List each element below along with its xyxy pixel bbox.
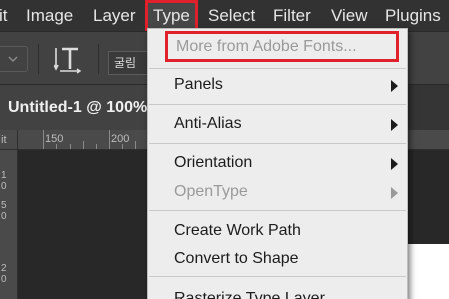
menu-item-orientation[interactable]: Orientation <box>148 149 407 177</box>
menu-select[interactable]: Select <box>208 0 255 31</box>
menu-item-label: Convert to Shape <box>174 250 299 267</box>
type-orientation-icon[interactable] <box>53 44 84 74</box>
menu-item-label: More from Adobe Fonts... <box>176 38 357 55</box>
ruler-tick <box>96 144 97 149</box>
menu-type[interactable]: Type <box>145 0 198 31</box>
submenu-arrow-icon <box>391 80 398 92</box>
menu-plugins[interactable]: Plugins <box>385 0 441 31</box>
menu-item-rasterize-type-layer[interactable]: Rasterize Type Layer <box>148 285 407 299</box>
more-from-adobe-fonts-item[interactable]: More from Adobe Fonts... <box>165 31 399 62</box>
ruler-tick <box>56 144 57 149</box>
menu-item-label: Anti-Alias <box>174 115 242 132</box>
menu-edit[interactable]: it <box>0 0 8 31</box>
ruler-tick <box>43 130 44 149</box>
menu-item-anti-alias[interactable]: Anti-Alias <box>148 110 407 138</box>
menu-item-label: Orientation <box>174 154 253 171</box>
menu-filter[interactable]: Filter <box>273 0 311 31</box>
menu-separator <box>149 210 406 211</box>
ruler-label: 0 <box>1 181 7 192</box>
ruler-tick <box>109 130 110 149</box>
font-family-field[interactable]: 굴림 <box>108 51 150 75</box>
submenu-arrow-icon <box>391 119 398 131</box>
ruler-tick <box>83 141 84 149</box>
vertical-ruler: 1 0 5 0 2 0 <box>0 150 18 299</box>
ruler-label: 0 <box>1 211 7 222</box>
menu-item-label: Create Work Path <box>174 222 301 239</box>
menu-separator <box>149 143 406 144</box>
menu-item-label: OpenType <box>174 183 248 200</box>
menu-bar: it Image Layer Type Select Filter View P… <box>0 0 449 31</box>
type-menu-dropdown: More from Adobe Fonts... Panels Anti-Ali… <box>147 28 408 299</box>
toolbar-divider <box>38 44 39 74</box>
menu-separator <box>149 276 406 277</box>
menu-view[interactable]: View <box>331 0 368 31</box>
ruler-label: 0 <box>1 274 7 285</box>
menu-item-panels[interactable]: Panels <box>148 71 407 99</box>
ruler-label: 2 <box>1 263 7 274</box>
menu-separator <box>149 68 406 69</box>
menu-layer[interactable]: Layer <box>93 0 136 31</box>
submenu-arrow-icon <box>391 158 398 170</box>
ruler-corner: it <box>0 130 18 150</box>
document-tab[interactable]: Untitled-1 @ 100% <box>0 85 160 130</box>
menu-item-convert-to-shape[interactable]: Convert to Shape <box>148 245 407 273</box>
menu-image[interactable]: Image <box>26 0 73 31</box>
document-canvas[interactable] <box>406 244 449 299</box>
ruler-tick <box>70 144 71 149</box>
menu-item-label: Rasterize Type Layer <box>174 290 325 299</box>
chevron-down-icon <box>8 56 18 63</box>
menu-separator <box>149 104 406 105</box>
ruler-label: 5 <box>1 200 7 211</box>
menu-item-label: Panels <box>174 76 223 93</box>
ruler-label: 200 <box>111 133 130 145</box>
ruler-label: 1 <box>1 170 7 181</box>
ruler-tick <box>135 141 136 149</box>
ruler-tick <box>122 144 123 149</box>
menu-item-create-work-path[interactable]: Create Work Path <box>148 217 407 245</box>
tool-preset-dropdown[interactable] <box>0 46 28 72</box>
menu-item-opentype: OpenType <box>148 178 407 206</box>
submenu-arrow-icon <box>391 187 398 199</box>
ruler-label: 150 <box>45 133 64 145</box>
toolbar-divider <box>98 44 99 74</box>
